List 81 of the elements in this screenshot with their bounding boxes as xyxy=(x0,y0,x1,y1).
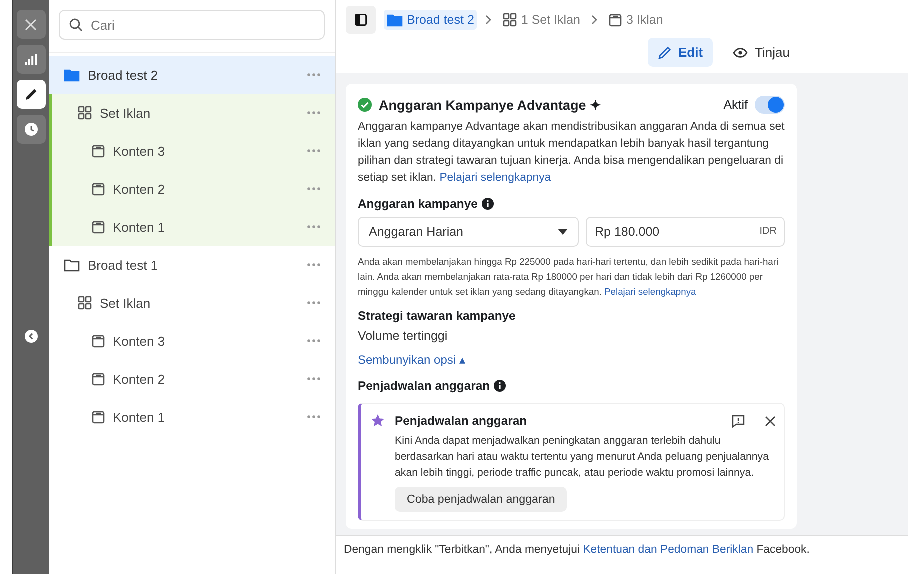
terms-link[interactable]: Ketentuan dan Pedoman Beriklan xyxy=(583,544,754,556)
search-icon xyxy=(69,18,83,32)
more-icon[interactable] xyxy=(307,415,321,419)
info-icon[interactable] xyxy=(482,198,494,210)
sidebar-icon xyxy=(355,14,367,26)
window-icon xyxy=(609,14,622,26)
window-icon xyxy=(92,372,105,386)
breadcrumb[interactable]: Broad test 2 xyxy=(384,10,478,30)
chart-button[interactable] xyxy=(16,45,46,74)
more-icon[interactable] xyxy=(307,73,321,77)
chevron-icon xyxy=(591,15,598,25)
feedback-icon[interactable] xyxy=(732,414,745,428)
folder-icon xyxy=(387,14,403,26)
tree-item[interactable]: Broad test 2 xyxy=(49,56,335,94)
pencil-icon xyxy=(658,46,672,60)
toggle-switch[interactable] xyxy=(755,96,785,114)
search-field[interactable]: Cari xyxy=(59,10,325,40)
budget-type-dropdown[interactable]: Anggaran Harian xyxy=(358,217,579,247)
collapse-icon[interactable] xyxy=(24,330,38,343)
tree-item[interactable]: Broad test 1 xyxy=(49,246,335,284)
window-icon xyxy=(92,334,105,348)
mode-tab[interactable]: Edit xyxy=(648,38,714,67)
callout-title: Penjadwalan anggaran xyxy=(395,414,528,428)
breadcrumb[interactable]: 1 Set Iklan xyxy=(500,10,584,30)
terms-text: Dengan mengklik "Terbitkan", Anda menyetujui Ketentuan dan Pedoman Beriklan Facebook. xyxy=(344,544,811,556)
strategy-value: Volume tertinggi xyxy=(358,329,449,343)
callout-text: Kini Anda dapat menjadwalkan peningkatan anggaran terlebih dahulu berdasarkan hari atau waktu tertentu yang menurut Anda peluang penjualannya akan lebih tinggi, periode traffic puncak, atau periode waktu promosi lainnya. xyxy=(395,434,770,481)
window-icon xyxy=(92,144,105,158)
help-text: Anda akan membelanjakan hingga Rp 225000 pada hari-hari tertentu, dan lebih sedikit pada hari-hari lain. Anda akan membelanjakan rata-rata Rp 180000 per hari dan tidak lebih dari Rp 1260000 per minggu kalender untuk set iklan yang sedang ditayangkan. Pelajari selengkapnya xyxy=(358,255,780,299)
mode-tab[interactable]: Tinjau xyxy=(723,38,800,67)
chart-icon xyxy=(25,54,37,65)
tree-item[interactable]: Konten 3 xyxy=(49,132,335,170)
info-icon[interactable] xyxy=(494,380,506,392)
grid-icon xyxy=(78,106,92,120)
eye-icon xyxy=(733,48,748,58)
tree-item[interactable]: Set Iklan xyxy=(49,284,335,322)
panel-toggle-button[interactable] xyxy=(346,6,376,34)
folder-icon xyxy=(64,68,80,82)
more-icon[interactable] xyxy=(307,339,321,343)
window-icon xyxy=(92,410,105,424)
tree-item[interactable]: Konten 1 xyxy=(49,398,335,436)
card-title: Anggaran Kampanye Advantage ✦ xyxy=(379,97,604,113)
more-icon[interactable] xyxy=(307,263,321,267)
caret-icon xyxy=(558,229,568,235)
tree-item[interactable]: Konten 2 xyxy=(49,170,335,208)
window-icon xyxy=(92,220,105,234)
currency-label: IDR xyxy=(760,226,777,237)
close-icon[interactable] xyxy=(765,416,776,426)
grid-icon xyxy=(503,13,518,27)
edit-button[interactable] xyxy=(16,80,46,109)
learn-more-link[interactable]: Pelajari selengkapnya xyxy=(604,286,696,297)
star-icon xyxy=(371,414,385,428)
learn-more-link[interactable]: Pelajari selengkapnya xyxy=(440,172,552,184)
history-button[interactable] xyxy=(16,115,46,144)
section-label: Strategi tawaran kampanye xyxy=(358,309,516,323)
clock-icon xyxy=(24,123,38,136)
tree-item[interactable]: Konten 2 xyxy=(49,360,335,398)
more-icon[interactable] xyxy=(307,187,321,191)
tree-item[interactable]: Set Iklan xyxy=(49,94,335,132)
close-button[interactable] xyxy=(16,10,46,39)
more-icon[interactable] xyxy=(307,225,321,229)
check-icon xyxy=(358,98,372,112)
description-text: Anggaran kampanye Advantage akan mendistribusikan anggaran Anda di semua set iklan yang sedang ditayangkan untuk mendapatkan lebih banyak hasil tergantung pilihan dan strategi tawaran tujuan kinerja. Anda bisa mengendalikan pengeluaran di setiap set iklan. Pelajari selengkapnya xyxy=(358,120,785,186)
chevron-icon xyxy=(485,15,492,25)
more-icon[interactable] xyxy=(307,377,321,381)
section-label: Penjadwalan anggaran xyxy=(358,379,490,393)
toggle-label: Aktif xyxy=(724,98,748,112)
more-icon[interactable] xyxy=(307,301,321,305)
grid-icon xyxy=(78,296,92,310)
breadcrumb[interactable]: 3 Iklan xyxy=(606,10,666,30)
pencil-icon xyxy=(24,88,38,101)
tree-item[interactable]: Konten 1 xyxy=(49,208,335,246)
section-label: Anggaran kampanye xyxy=(358,197,478,211)
hide-options-link[interactable]: Sembunyikan opsi ▴ xyxy=(358,353,466,367)
try-button[interactable]: Coba penjadwalan anggaran xyxy=(395,487,568,512)
more-icon[interactable] xyxy=(307,149,321,153)
more-icon[interactable] xyxy=(307,111,321,115)
window-icon xyxy=(92,182,105,196)
folder-icon xyxy=(64,258,80,272)
close-icon xyxy=(25,18,37,30)
tree-item[interactable]: Konten 3 xyxy=(49,322,335,360)
